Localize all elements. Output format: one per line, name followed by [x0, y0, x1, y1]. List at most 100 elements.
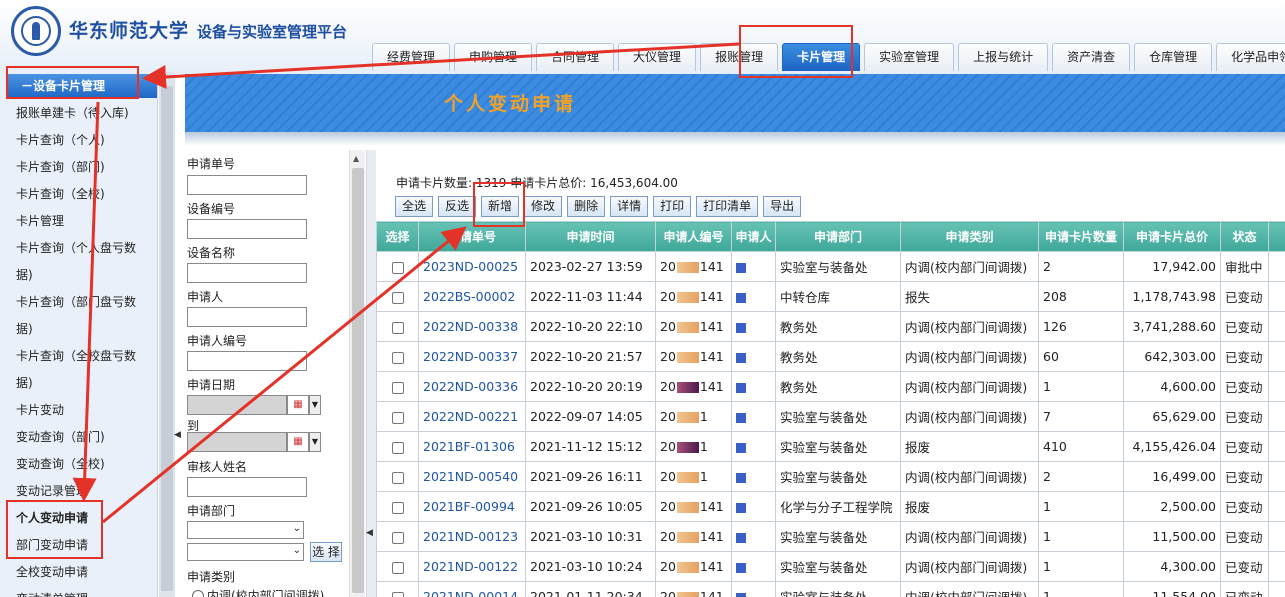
date-to-dropdown-icon[interactable]: ▼ [309, 432, 321, 452]
tab-1[interactable]: 申购管理 [454, 43, 533, 71]
sidebar-item-0[interactable]: 报账单建卡（待入库) [16, 100, 154, 127]
applicant-no-input[interactable] [187, 351, 307, 371]
table-row[interactable]: 2021ND-000142021-01-11 20:34 20 141 实验室与装备处… [376, 581, 1285, 597]
row-checkbox[interactable] [391, 561, 404, 574]
tab-7[interactable]: 上报与统计 [958, 43, 1049, 71]
column-header-6[interactable]: 申请类别 [900, 221, 1039, 252]
apply-no-input[interactable] [187, 175, 307, 195]
toolbar-button-7[interactable]: 打印清单 [696, 196, 759, 217]
table-row[interactable]: 2022BS-00002 2022-11-03 11:44 20 141 中转仓库 报失 2… [376, 281, 1285, 312]
sidebar-item-5[interactable]: 卡片查询（个人盘亏数 [16, 235, 154, 262]
filter-collapse-icon[interactable]: ◀ [366, 528, 373, 538]
table-row[interactable]: 2021ND-00540 2021-09-26 16:11 20 1 实验室与装备处 内调… [376, 461, 1285, 492]
table-row[interactable]: 2021BF-01306 2021-11-12 15:12 20 1 实验室与装备处 报废… [376, 431, 1285, 462]
dept-select-1[interactable]: ⌄ [187, 521, 304, 539]
column-header-2[interactable]: 申请时间 [525, 221, 656, 252]
table-row[interactable]: 2023ND-00025 2023-02-27 13:59 20 141 实验室与装备处… [376, 251, 1285, 282]
apply-no-cell[interactable]: 2021ND-00540 [418, 461, 526, 492]
row-checkbox[interactable] [391, 501, 404, 514]
apply-no-cell[interactable]: 2022ND-00336 [418, 371, 526, 402]
category-radio-internal[interactable] [192, 590, 204, 597]
column-header-8[interactable]: 申请卡片总价 [1123, 221, 1221, 252]
sidebar-item-10[interactable]: 据) [16, 370, 154, 397]
tab-8[interactable]: 资产清查 [1052, 43, 1131, 71]
tab-6[interactable]: 实验室管理 [864, 43, 955, 71]
row-checkbox[interactable] [391, 381, 404, 394]
toolbar-button-8[interactable]: 导出 [763, 196, 802, 217]
date-to-input[interactable] [187, 432, 287, 452]
sidebar-scrollbar[interactable] [159, 72, 175, 597]
sidebar-item-2[interactable]: 卡片查询（部门) [16, 154, 154, 181]
sidebar-item-12[interactable]: 变动查询（部门) [16, 424, 154, 451]
row-checkbox[interactable] [391, 411, 404, 424]
row-checkbox[interactable] [391, 591, 404, 597]
tab-3[interactable]: 大仪管理 [618, 43, 697, 71]
applicant-input[interactable] [187, 307, 307, 327]
apply-no-cell[interactable]: 2021ND-00122 [418, 551, 526, 582]
column-header-0[interactable]: 选择 [376, 221, 419, 252]
table-row[interactable]: 2021ND-00123 2021-03-10 10:31 20 141 实验室与装备处… [376, 521, 1285, 552]
apply-no-cell[interactable]: 2022BS-00002 [418, 281, 526, 312]
calendar-icon[interactable]: ▦ [287, 432, 309, 452]
dept-select-2[interactable]: ⌄ [187, 543, 304, 561]
apply-no-cell[interactable]: 2023ND-00025 [418, 251, 526, 282]
tab-2[interactable]: 合同管理 [536, 43, 615, 71]
toolbar-button-3[interactable]: 修改 [524, 196, 563, 217]
sidebar-item-1[interactable]: 卡片查询（个人) [16, 127, 154, 154]
row-checkbox[interactable] [391, 321, 404, 334]
apply-no-cell[interactable]: 2021BF-00994 [418, 491, 526, 522]
row-checkbox[interactable] [391, 351, 404, 364]
sidebar-item-8[interactable]: 据) [16, 316, 154, 343]
table-row[interactable]: 2022ND-00336 2022-10-20 20:19 20 141 教务处 内调(校… [376, 371, 1285, 402]
sidebar-collapse-icon[interactable]: ◀ [174, 430, 181, 440]
tab-10[interactable]: 化学品申领 [1216, 43, 1285, 71]
device-no-input[interactable] [187, 219, 307, 239]
sidebar-item-17[interactable]: 全校变动申请 [16, 559, 154, 586]
row-checkbox[interactable] [391, 291, 404, 304]
tab-0[interactable]: 经费管理 [372, 43, 451, 71]
date-from-dropdown-icon[interactable]: ▼ [309, 395, 321, 415]
sidebar-item-18[interactable]: 变动清单管理 [16, 586, 154, 597]
column-header-9[interactable]: 状态 [1220, 221, 1269, 252]
column-header-5[interactable]: 申请部门 [775, 221, 901, 252]
sidebar-item-7[interactable]: 卡片查询（部门盘亏数 [16, 289, 154, 316]
date-from-input[interactable] [187, 395, 287, 415]
column-header-7[interactable]: 申请卡片数量 [1038, 221, 1124, 252]
toolbar-button-6[interactable]: 打印 [653, 196, 692, 217]
apply-no-cell[interactable]: 2021ND-00014 [418, 581, 526, 597]
calendar-icon[interactable]: ▦ [287, 395, 309, 415]
toolbar-button-1[interactable]: 反选 [438, 196, 477, 217]
toolbar-button-4[interactable]: 删除 [567, 196, 606, 217]
select-dept-button[interactable]: 选 择 [310, 542, 342, 562]
apply-no-cell[interactable]: 2022ND-00338 [418, 311, 526, 342]
toolbar-button-0[interactable]: 全选 [395, 196, 434, 217]
filter-scrollbar[interactable]: ▲ [349, 150, 365, 597]
redacted-block [676, 382, 699, 393]
dept-label: 申请部门 [187, 504, 236, 518]
table-row[interactable]: 2022ND-00337 2022-10-20 21:57 20 141 教务处 内调(校… [376, 341, 1285, 372]
sidebar-item-13[interactable]: 变动查询（全校) [16, 451, 154, 478]
row-checkbox[interactable] [391, 441, 404, 454]
table-row[interactable]: 2022ND-00338 2022-10-20 22:10 20 141 教务处 内调(校… [376, 311, 1285, 342]
table-row[interactable]: 2022ND-00221 2022-09-07 14:05 20 1 实验室与装备处 内调… [376, 401, 1285, 432]
sidebar-item-6[interactable]: 据) [16, 262, 154, 289]
row-checkbox[interactable] [391, 261, 404, 274]
apply-no-cell[interactable]: 2021ND-00123 [418, 521, 526, 552]
apply-no-cell[interactable]: 2022ND-00221 [418, 401, 526, 432]
sidebar-item-11[interactable]: 卡片变动 [16, 397, 154, 424]
tab-9[interactable]: 仓库管理 [1134, 43, 1213, 71]
row-checkbox[interactable] [391, 471, 404, 484]
sidebar-item-3[interactable]: 卡片查询（全校) [16, 181, 154, 208]
sidebar-item-9[interactable]: 卡片查询（全校盘亏数 [16, 343, 154, 370]
toolbar-button-5[interactable]: 详情 [610, 196, 649, 217]
apply-no-cell[interactable]: 2022ND-00337 [418, 341, 526, 372]
column-header-3[interactable]: 申请人编号 [655, 221, 732, 252]
column-header-4[interactable]: 申请人 [731, 221, 776, 252]
table-row[interactable]: 2021BF-00994 2021-09-26 10:05 20 141 化学与分子工程… [376, 491, 1285, 522]
row-checkbox[interactable] [391, 531, 404, 544]
apply-no-cell[interactable]: 2021BF-01306 [418, 431, 526, 462]
sidebar-item-4[interactable]: 卡片管理 [16, 208, 154, 235]
device-name-input[interactable] [187, 263, 307, 283]
reviewer-input[interactable] [187, 477, 307, 497]
table-row[interactable]: 2021ND-00122 2021-03-10 10:24 20 141 实验室与装备处… [376, 551, 1285, 582]
